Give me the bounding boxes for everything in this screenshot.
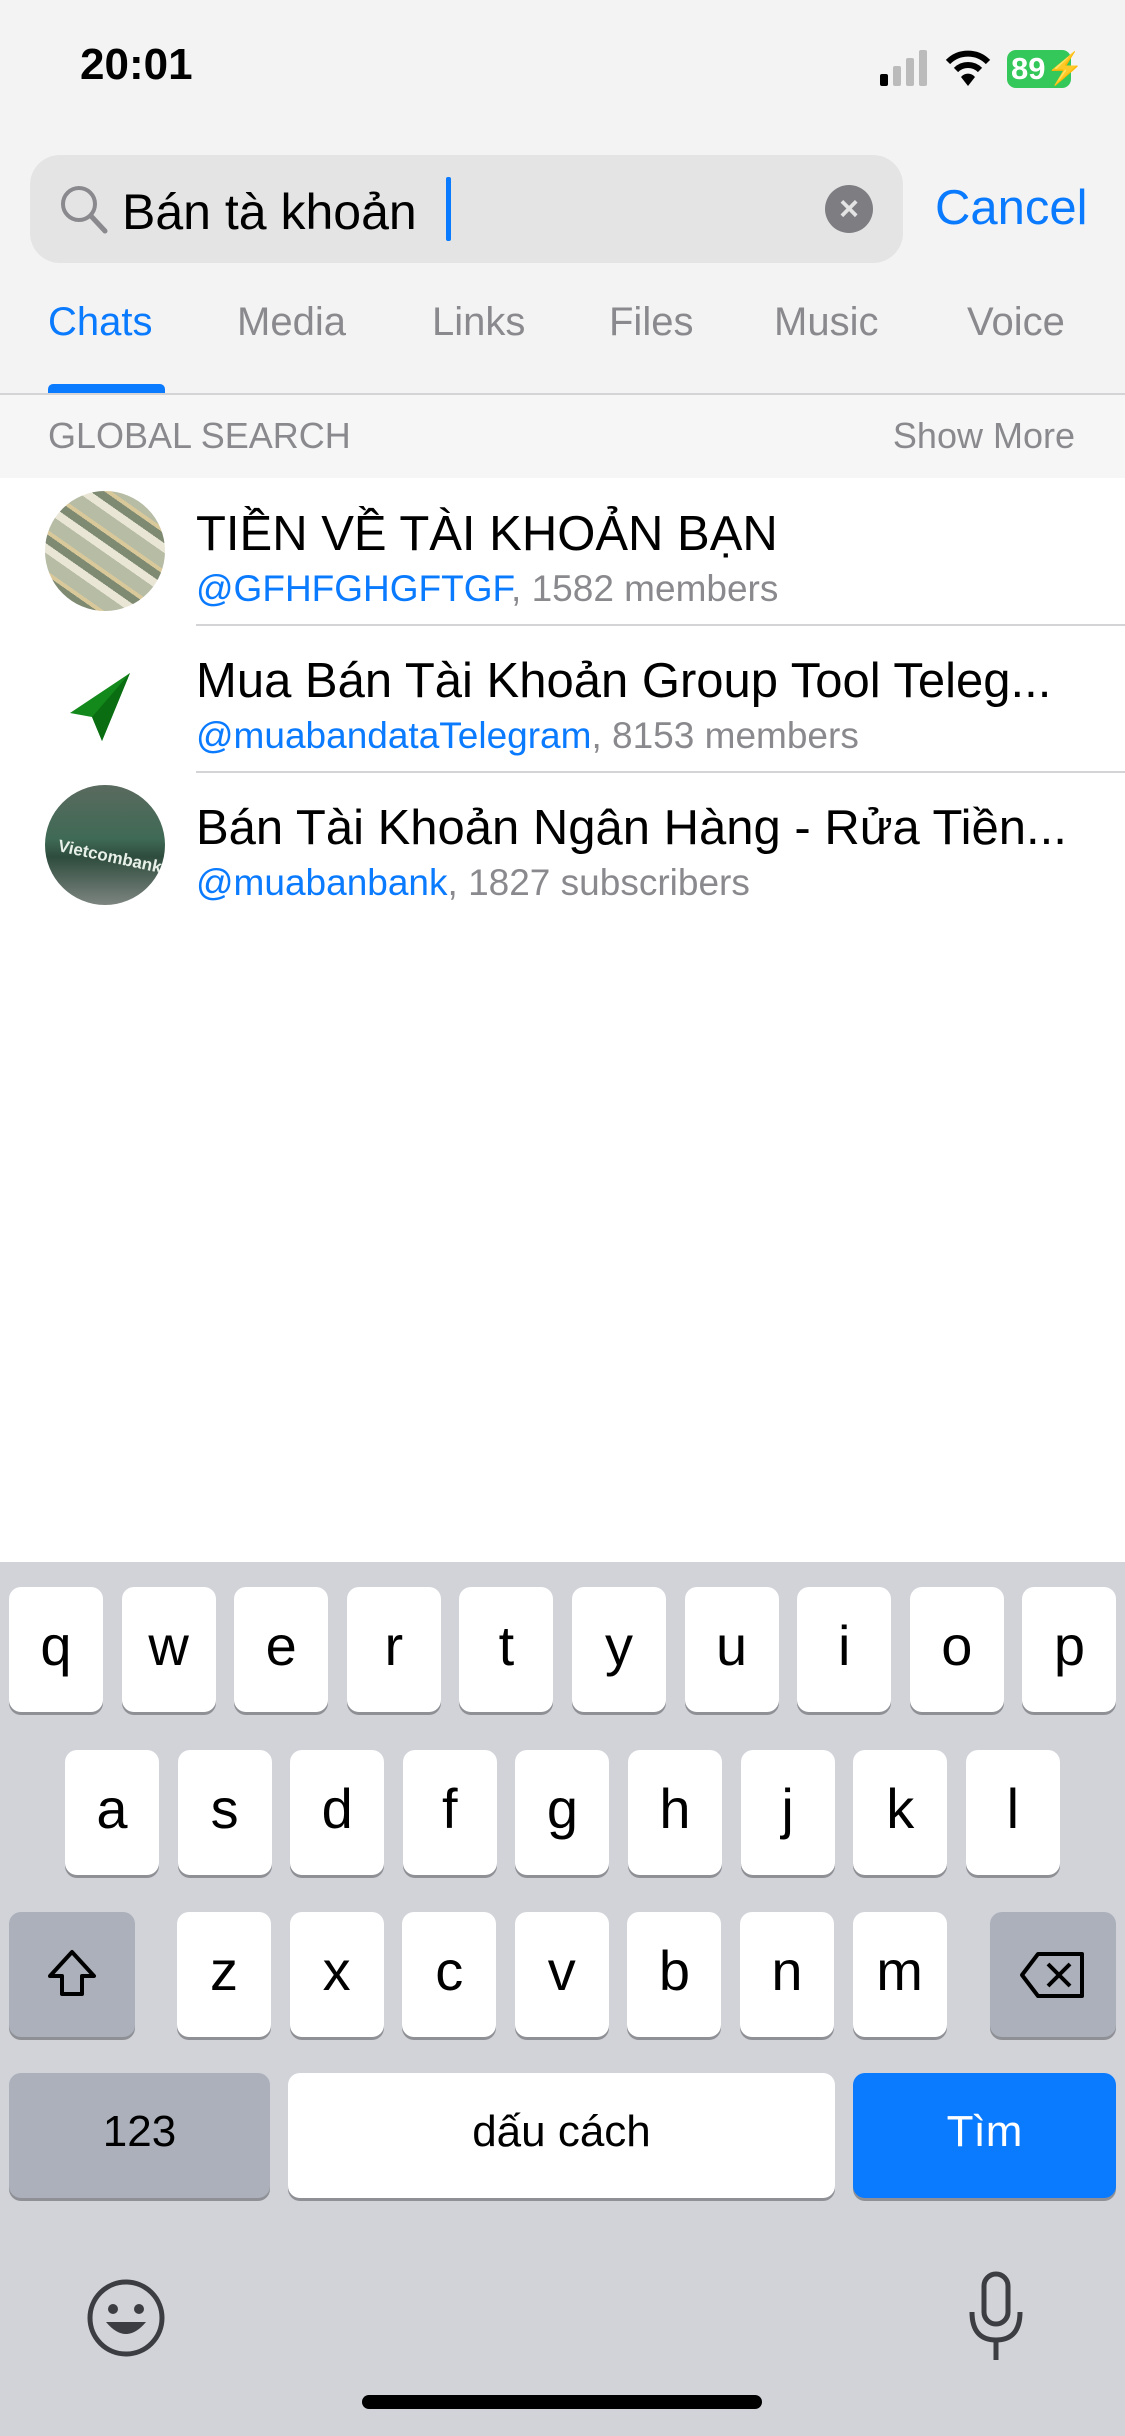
key-y[interactable]: y <box>572 1587 666 1712</box>
list-item[interactable]: Vietcombank Bán Tài Khoản Ngân Hàng - Rử… <box>0 772 1125 919</box>
key-p[interactable]: p <box>1022 1587 1117 1712</box>
section-title: GLOBAL SEARCH <box>48 415 351 456</box>
search-input[interactable]: Bán tà khoản × <box>30 155 903 263</box>
result-count: , 1582 members <box>511 568 779 609</box>
avatar <box>45 491 165 611</box>
home-indicator <box>362 2395 762 2409</box>
list-item[interactable]: Mua Bán Tài Khoản Group Tool Teleg... @m… <box>0 625 1125 773</box>
avatar-text: Vietcombank <box>56 836 164 877</box>
key-a[interactable]: a <box>65 1750 159 1875</box>
result-count: , 1827 subscribers <box>447 862 750 903</box>
tab-files[interactable]: Files <box>609 300 693 345</box>
result-title: TIỀN VỀ TÀI KHOẢN BẠN <box>196 507 778 561</box>
key-e[interactable]: e <box>234 1587 329 1712</box>
tab-media[interactable]: Media <box>237 300 346 345</box>
key-s[interactable]: s <box>177 1750 272 1875</box>
key-b[interactable]: b <box>627 1912 722 2037</box>
key-j[interactable]: j <box>740 1750 835 1875</box>
result-username[interactable]: @muabanbank <box>196 862 448 903</box>
key-x[interactable]: x <box>289 1912 384 2037</box>
cellular-signal-icon <box>880 50 930 86</box>
key-d[interactable]: d <box>290 1750 385 1875</box>
key-h[interactable]: h <box>628 1750 722 1875</box>
list-item[interactable]: TIỀN VỀ TÀI KHOẢN BẠN @GFHFGHGFTGF, 1582… <box>0 478 1125 626</box>
key-l[interactable]: l <box>965 1750 1060 1875</box>
key-v[interactable]: v <box>514 1912 609 2037</box>
avatar: Vietcombank <box>45 785 165 905</box>
key-c[interactable]: c <box>402 1912 497 2037</box>
keyboard: qwertyuiop asdfghjkl zxcvbnm 123 dấu các… <box>0 1562 1125 2436</box>
battery-level: 89 <box>1011 51 1046 86</box>
tab-links[interactable]: Links <box>432 300 525 345</box>
key-r[interactable]: r <box>346 1587 441 1712</box>
key-u[interactable]: u <box>684 1587 779 1712</box>
clear-search-icon[interactable]: × <box>825 185 873 233</box>
result-title: Bán Tài Khoản Ngân Hàng - Rửa Tiền... <box>196 801 1067 855</box>
key-g[interactable]: g <box>515 1750 610 1875</box>
search-query: Bán tà khoản <box>122 184 417 240</box>
result-username[interactable]: @muabandataTelegram <box>196 715 591 756</box>
status-time: 20:01 <box>80 40 193 89</box>
key-k[interactable]: k <box>853 1750 948 1875</box>
result-title: Mua Bán Tài Khoản Group Tool Teleg... <box>196 654 1052 708</box>
result-subtitle: @GFHFGHGFTGF, 1582 members <box>196 568 778 610</box>
text-cursor <box>446 177 451 241</box>
key-f[interactable]: f <box>402 1750 497 1875</box>
result-subtitle: @muabanbank, 1827 subscribers <box>196 862 750 904</box>
backspace-key[interactable] <box>990 1912 1116 2037</box>
space-key[interactable]: dấu cách <box>288 2073 835 2198</box>
key-n[interactable]: n <box>740 1912 834 2037</box>
result-count: , 8153 members <box>591 715 859 756</box>
key-o[interactable]: o <box>909 1587 1004 1712</box>
key-q[interactable]: q <box>9 1587 103 1712</box>
key-t[interactable]: t <box>459 1587 554 1712</box>
result-subtitle: @muabandataTelegram, 8153 members <box>196 715 859 757</box>
show-more-button[interactable]: Show More <box>893 415 1075 457</box>
key-m[interactable]: m <box>852 1912 947 2037</box>
tab-voice[interactable]: Voice <box>967 300 1065 345</box>
microphone-icon[interactable] <box>964 2270 1028 2366</box>
shift-key[interactable] <box>9 1912 135 2037</box>
telegram-logo-icon <box>70 673 130 741</box>
cancel-button[interactable]: Cancel <box>935 180 1088 236</box>
key-w[interactable]: w <box>121 1587 216 1712</box>
key-i[interactable]: i <box>797 1587 892 1712</box>
battery-indicator: 89⚡ <box>1007 50 1084 88</box>
key-z[interactable]: z <box>177 1912 271 2037</box>
tab-music[interactable]: Music <box>774 300 878 345</box>
global-search-header: GLOBAL SEARCH Show More <box>0 395 1125 478</box>
search-icon <box>61 186 108 234</box>
result-username[interactable]: @GFHFGHGFTGF <box>196 568 511 609</box>
emoji-icon[interactable] <box>84 2276 168 2360</box>
tab-chats[interactable]: Chats <box>48 300 153 345</box>
numbers-key[interactable]: 123 <box>9 2073 270 2198</box>
wifi-icon <box>945 50 991 86</box>
search-key[interactable]: Tìm <box>853 2073 1116 2198</box>
